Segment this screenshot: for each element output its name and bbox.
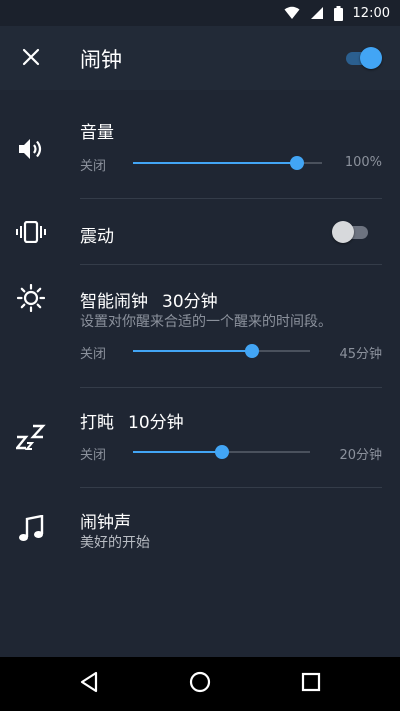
snooze-min-label: 关闭 [80, 448, 107, 463]
wifi-icon [284, 6, 300, 20]
page-title: 闹钟 [80, 48, 122, 72]
vibrate-toggle[interactable] [332, 220, 372, 244]
volume-max-label: 100% [344, 155, 382, 170]
volume-title: 音量 [80, 123, 114, 143]
smart-alarm-value: 30分钟 [162, 292, 218, 312]
music-note-icon [14, 512, 48, 546]
volume-icon [14, 132, 48, 166]
smart-alarm-min-label: 关闭 [80, 347, 107, 362]
back-button[interactable] [73, 668, 105, 700]
app-bar: 闹钟 [0, 26, 400, 90]
volume-slider[interactable] [133, 156, 322, 170]
snooze-slider-fill [133, 451, 222, 453]
status-bar: 12:00 [0, 0, 400, 26]
smart-alarm-description: 设置对你醒来合适的一个醒来的时间段。 [80, 314, 332, 330]
divider [80, 264, 382, 265]
alarm-toggle[interactable] [342, 46, 382, 70]
home-icon [189, 671, 211, 697]
ringtone-value[interactable]: 美好的开始 [80, 532, 150, 552]
divider [80, 387, 382, 388]
home-button[interactable] [184, 668, 216, 700]
divider [80, 487, 382, 488]
snooze-slider[interactable] [133, 445, 310, 459]
vibrate-icon [14, 215, 48, 249]
close-button[interactable] [14, 42, 48, 76]
brightness-icon [14, 281, 48, 315]
smart-alarm-max-label: 45分钟 [339, 347, 382, 362]
toggle-thumb [332, 221, 354, 243]
toggle-thumb [360, 47, 382, 69]
battery-icon [333, 5, 343, 21]
signal-icon [310, 6, 324, 20]
smart-alarm-label: 智能闹钟 [80, 292, 148, 312]
divider [80, 198, 382, 199]
close-icon [22, 48, 40, 70]
ringtone-title[interactable]: 闹钟声 [80, 508, 131, 533]
snooze-label: 打盹 [80, 413, 114, 433]
recents-icon [301, 672, 321, 696]
smart-alarm-slider-thumb[interactable] [244, 344, 259, 358]
snooze-slider-thumb[interactable] [214, 445, 229, 459]
volume-min-label: 关闭 [80, 159, 107, 174]
smart-alarm-slider[interactable] [133, 344, 310, 358]
snooze-value: 10分钟 [128, 413, 184, 433]
smart-alarm-title: 智能闹钟 30分钟 [80, 287, 218, 312]
snooze-icon [14, 421, 48, 455]
status-time: 12:00 [352, 5, 390, 21]
vibrate-title: 震动 [80, 227, 114, 247]
volume-slider-thumb[interactable] [290, 156, 305, 170]
snooze-title: 打盹 10分钟 [80, 408, 184, 433]
navigation-bar [0, 657, 400, 711]
snooze-max-label: 20分钟 [339, 448, 382, 463]
volume-slider-fill [133, 162, 298, 164]
back-icon [79, 671, 99, 697]
recents-button[interactable] [295, 668, 327, 700]
smart-alarm-slider-fill [133, 350, 252, 352]
